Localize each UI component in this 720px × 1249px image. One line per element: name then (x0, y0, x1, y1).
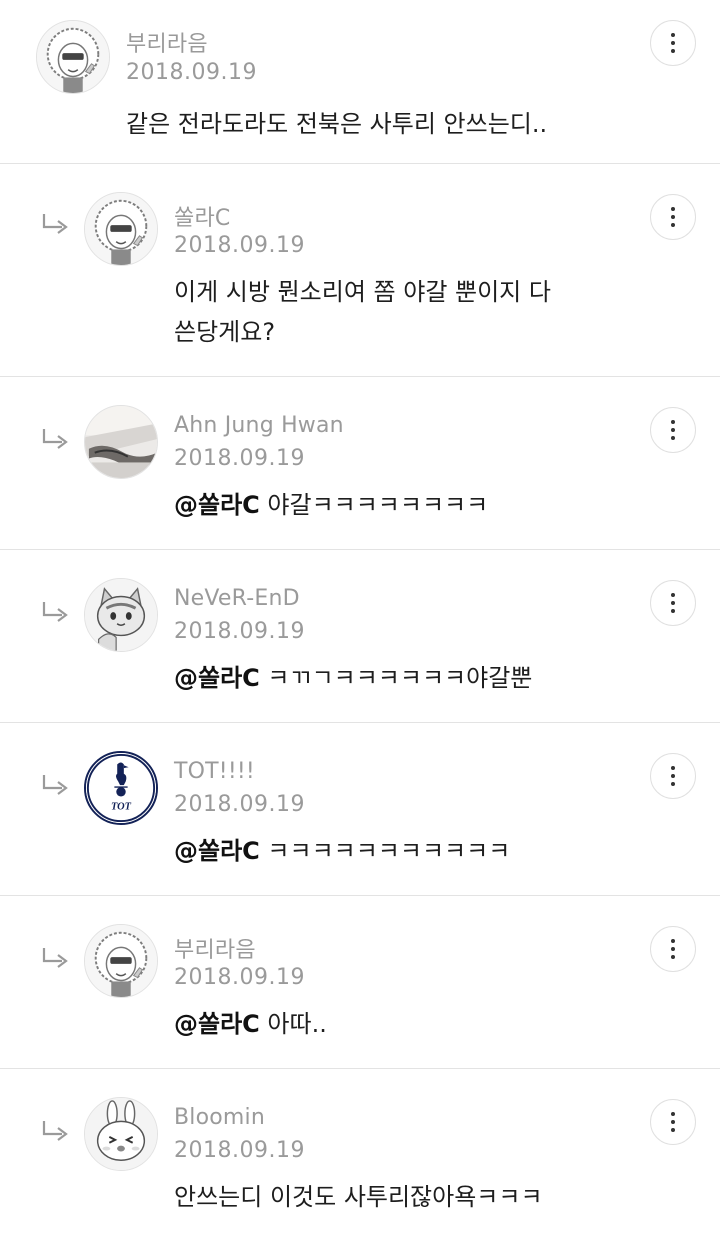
dot-icon (671, 1112, 675, 1116)
dot-icon (671, 601, 675, 605)
comment-reply: Ahn Jung Hwan 2018.09.19 @쏠라C 야갈ㅋㅋㅋㅋㅋㅋㅋㅋ (0, 377, 720, 550)
comment-body: 이게 시방 뭔소리여 쫌 야갈 뿐이지 다 쓴당게요? (174, 278, 551, 346)
more-options-button[interactable] (650, 926, 696, 972)
kakao-muzi-character-icon[interactable] (84, 924, 158, 998)
comment-date: 2018.09.19 (174, 1138, 305, 1163)
comment-reply: 부리라음 2018.09.19 @쏠라C 아따.. (0, 896, 720, 1069)
comment-author[interactable]: 부리라음 (126, 26, 208, 58)
comment-author[interactable]: Ahn Jung Hwan (174, 413, 344, 438)
more-options-button[interactable] (650, 580, 696, 626)
comment-date: 2018.09.19 (174, 965, 305, 990)
dot-icon (671, 782, 675, 786)
comment-mention[interactable]: @쏠라C (174, 664, 260, 692)
comment-reply: Bloomin 2018.09.19 안쓰는디 이것도 사투리잖아욕ㅋㅋㅋ (0, 1069, 720, 1249)
comment-author[interactable]: NeVeR-EnD (174, 586, 300, 611)
dot-icon (671, 955, 675, 959)
comment-date: 2018.09.19 (174, 792, 305, 817)
comment-body: ㅋㅋㅋㅋㅋㅋㅋㅋㅋㅋㅋ (259, 837, 511, 865)
comment-date: 2018.09.19 (174, 619, 305, 644)
dot-icon (671, 223, 675, 227)
comment-text: 이게 시방 뭔소리여 쫌 야갈 뿐이지 다 쓴당게요? (174, 272, 594, 352)
comment-author[interactable]: 부리라음 (174, 932, 256, 964)
dot-icon (671, 774, 675, 778)
comment-author[interactable]: TOT!!!! (174, 759, 255, 784)
more-options-button[interactable] (650, 1099, 696, 1145)
comment-body: 안쓰는디 이것도 사투리잖아욕ㅋㅋㅋ (174, 1183, 543, 1211)
rabbit-character-icon[interactable] (84, 1097, 158, 1171)
dot-icon (671, 609, 675, 613)
dot-icon (671, 41, 675, 45)
more-options-button[interactable] (650, 407, 696, 453)
dot-icon (671, 215, 675, 219)
comment-text: @쏠라C 야갈ㅋㅋㅋㅋㅋㅋㅋㅋ (174, 485, 594, 525)
comment: 부리라음 2018.09.19 같은 전라도라도 전북은 사투리 안쓰는디.. (0, 0, 720, 164)
photo-avatar-icon[interactable] (84, 405, 158, 479)
tottenham-logo-icon[interactable]: TOT (84, 751, 158, 825)
comment-text: 같은 전라도라도 전북은 사투리 안쓰는디.. (126, 104, 606, 144)
reply-arrow-icon (42, 429, 68, 449)
tot-badge-text: TOT (111, 802, 132, 813)
comment-text: 안쓰는디 이것도 사투리잖아욕ㅋㅋㅋ (174, 1177, 594, 1217)
comment-list: 부리라음 2018.09.19 같은 전라도라도 전북은 사투리 안쓰는디.. (0, 0, 720, 1249)
comment-text: @쏠라C ㅋㄲㄱㅋㅋㅋㅋㅋㅋ야갈뿐 (174, 658, 594, 698)
dot-icon (671, 593, 675, 597)
dot-icon (671, 420, 675, 424)
comment-text: @쏠라C ㅋㅋㅋㅋㅋㅋㅋㅋㅋㅋㅋ (174, 831, 594, 871)
more-options-button[interactable] (650, 753, 696, 799)
comment-body: 야갈ㅋㅋㅋㅋㅋㅋㅋㅋ (259, 491, 489, 519)
comment-date: 2018.09.19 (126, 60, 257, 85)
comment-body: ㅋㄲㄱㅋㅋㅋㅋㅋㅋ야갈뿐 (259, 664, 533, 692)
comment-author[interactable]: 쏠라C (174, 200, 230, 232)
comment-mention[interactable]: @쏠라C (174, 1010, 260, 1038)
comment-date: 2018.09.19 (174, 233, 305, 258)
reply-arrow-icon (42, 1121, 68, 1141)
dot-icon (671, 436, 675, 440)
reply-arrow-icon (42, 214, 68, 234)
kakao-muzi-character-icon[interactable] (84, 192, 158, 266)
dot-icon (671, 766, 675, 770)
dot-icon (671, 207, 675, 211)
cat-character-icon[interactable] (84, 578, 158, 652)
comment-body: 아따.. (259, 1010, 327, 1038)
more-options-button[interactable] (650, 194, 696, 240)
dot-icon (671, 1120, 675, 1124)
reply-arrow-icon (42, 602, 68, 622)
comment-mention[interactable]: @쏠라C (174, 491, 260, 519)
comment-body: 같은 전라도라도 전북은 사투리 안쓰는디.. (126, 110, 548, 138)
comment-author[interactable]: Bloomin (174, 1105, 265, 1130)
dot-icon (671, 49, 675, 53)
comment-date: 2018.09.19 (174, 446, 305, 471)
more-options-button[interactable] (650, 20, 696, 66)
dot-icon (671, 428, 675, 432)
comment-reply: 쏠라C 2018.09.19 이게 시방 뭔소리여 쫌 야갈 뿐이지 다 쓴당게… (0, 164, 720, 377)
dot-icon (671, 33, 675, 37)
reply-arrow-icon (42, 948, 68, 968)
reply-arrow-icon (42, 775, 68, 795)
comment-text: @쏠라C 아따.. (174, 1004, 594, 1044)
comment-reply: NeVeR-EnD 2018.09.19 @쏠라C ㅋㄲㄱㅋㅋㅋㅋㅋㅋ야갈뿐 (0, 550, 720, 723)
comment-mention[interactable]: @쏠라C (174, 837, 260, 865)
dot-icon (671, 939, 675, 943)
dot-icon (671, 947, 675, 951)
kakao-muzi-character-icon[interactable] (36, 20, 110, 94)
comment-reply: TOT TOT!!!! 2018.09.19 @쏠라C ㅋㅋㅋㅋㅋㅋㅋㅋㅋㅋㅋ (0, 723, 720, 896)
dot-icon (671, 1128, 675, 1132)
